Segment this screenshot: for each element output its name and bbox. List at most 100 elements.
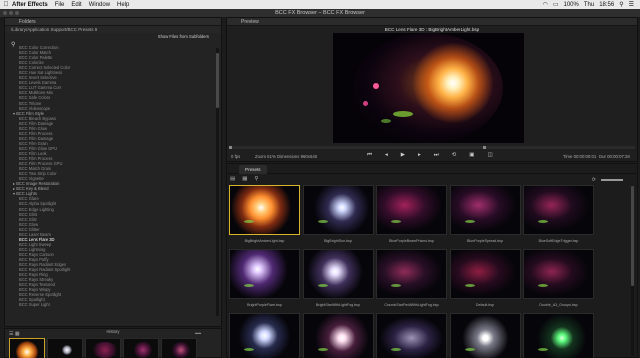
preset-item[interactable] bbox=[229, 313, 300, 358]
preset-thumbnail[interactable] bbox=[523, 249, 594, 299]
preview-dimensions: Dimensions 960x540 bbox=[277, 154, 318, 159]
flare-artifact bbox=[464, 348, 475, 351]
window-title: BCC FX Browser – BCC FX Browser bbox=[275, 10, 365, 16]
folders-scrollbar[interactable] bbox=[216, 48, 219, 316]
presets-tab[interactable]: Presets bbox=[239, 165, 267, 174]
preset-thumbnail[interactable] bbox=[229, 249, 300, 299]
flare-artifact bbox=[244, 348, 254, 351]
preset-label: BigBrightSun.bsp bbox=[324, 239, 352, 243]
preset-item[interactable]: BigBrightAmberLight.bsp bbox=[229, 185, 300, 243]
close-window-button[interactable] bbox=[3, 11, 7, 15]
folders-scroll-thumb[interactable] bbox=[216, 53, 219, 108]
wifi-icon[interactable]: ◠ bbox=[543, 1, 548, 8]
preset-item[interactable]: BlueSoftEdgeTrigger.bsp bbox=[523, 185, 594, 243]
preset-thumbnail[interactable] bbox=[229, 313, 300, 358]
battery-icon[interactable]: ▭ bbox=[553, 1, 559, 8]
preview-image[interactable] bbox=[333, 33, 524, 143]
split-view-icon[interactable]: ◫ bbox=[487, 152, 492, 159]
preset-item[interactable] bbox=[449, 313, 521, 358]
battery-percent: 100% bbox=[563, 1, 579, 8]
play-icon[interactable]: ▶ bbox=[401, 152, 405, 159]
preset-item[interactable]: BluePurpleBeamPrisms.bsp bbox=[376, 185, 447, 243]
preset-item[interactable] bbox=[376, 313, 447, 358]
notifications-icon[interactable]: ☰ bbox=[629, 1, 634, 8]
preset-thumbnail[interactable] bbox=[302, 185, 374, 235]
preset-item[interactable]: BluePurpleSpread.bsp bbox=[449, 185, 521, 243]
preview-timeline[interactable] bbox=[229, 146, 635, 149]
folders-tab[interactable]: Folders bbox=[5, 18, 221, 26]
step-forward-icon[interactable]: ▸ bbox=[418, 152, 421, 159]
refresh-icon[interactable]: ⟳ bbox=[592, 177, 596, 183]
preset-thumbnail[interactable] bbox=[302, 313, 374, 358]
flare-artifact bbox=[244, 220, 254, 223]
preset-item[interactable] bbox=[302, 313, 374, 358]
presets-panel: Presets ▤ ▦ ⚲ ⟳ BigBrightAmberLight.bsp B… bbox=[226, 163, 638, 358]
clock-time[interactable]: 18:56 bbox=[599, 2, 614, 8]
preset-label: BlueSoftEdgeTrigger.bsp bbox=[538, 239, 579, 243]
preset-item[interactable]: BrightStarWithLightFog.bsp bbox=[302, 249, 374, 307]
folder-path: /Library/Application Support/BCC Presets… bbox=[5, 26, 221, 33]
minimize-window-button[interactable] bbox=[9, 11, 13, 15]
preset-thumbnail[interactable] bbox=[229, 185, 300, 235]
menu-edit[interactable]: Edit bbox=[71, 2, 81, 8]
preset-item[interactable]: BigBrightSun.bsp bbox=[302, 185, 374, 243]
history-thumb[interactable] bbox=[85, 338, 121, 358]
preset-thumbnail[interactable] bbox=[376, 185, 447, 235]
presets-toolbar-right: ⟳ bbox=[592, 177, 623, 183]
timeline-marker[interactable] bbox=[483, 146, 486, 149]
preview-tab[interactable]: Preview bbox=[227, 18, 637, 26]
render-icon[interactable]: ▣ bbox=[469, 152, 474, 159]
transport-controls: ⏮ ◂ ▶ ▸ ⏭ ⟲ ▣ ◫ bbox=[367, 152, 493, 159]
step-back-icon[interactable]: ◂ bbox=[385, 152, 388, 159]
show-subfolders-toggle[interactable]: Show Files from Subfolders bbox=[158, 34, 209, 39]
history-panel: History ☰ ▦ ━━ bbox=[4, 328, 222, 358]
preset-item[interactable]: Double_A3_Groups.bsp bbox=[523, 249, 594, 307]
loop-icon[interactable]: ⟲ bbox=[452, 152, 457, 159]
presets-scrollbar[interactable] bbox=[631, 186, 634, 356]
preset-thumbnail[interactable] bbox=[449, 185, 521, 235]
grid-view-icon[interactable]: ▦ bbox=[242, 176, 247, 182]
preset-label: BluePurpleSpread.bsp bbox=[467, 239, 503, 243]
goto-start-icon[interactable]: ⏮ bbox=[367, 152, 372, 159]
history-thumb[interactable] bbox=[123, 338, 159, 358]
menu-bar:  After Effects File Edit Window Help ◠ … bbox=[0, 0, 640, 9]
thumbnail-size-slider[interactable] bbox=[601, 179, 623, 181]
presets-scroll-thumb[interactable] bbox=[631, 186, 634, 286]
menu-window[interactable]: Window bbox=[89, 2, 110, 8]
flare-artifact bbox=[538, 284, 548, 287]
flare-artifact bbox=[538, 220, 548, 223]
preset-label: BrightStarWithLightFog.bsp bbox=[316, 303, 360, 307]
history-thumb[interactable] bbox=[161, 338, 197, 358]
menu-help[interactable]: Help bbox=[117, 2, 129, 8]
timeline-playhead[interactable] bbox=[229, 146, 232, 149]
preset-thumbnail[interactable] bbox=[449, 249, 521, 299]
goto-end-icon[interactable]: ⏭ bbox=[434, 152, 439, 159]
preset-thumbnail[interactable] bbox=[523, 313, 594, 358]
history-thumb[interactable] bbox=[47, 338, 83, 358]
preset-thumbnail[interactable] bbox=[302, 249, 374, 299]
folder-item[interactable]: BCC Super Light bbox=[13, 302, 213, 307]
history-tab[interactable]: History bbox=[5, 329, 221, 335]
preset-item[interactable]: Default.bsp bbox=[449, 249, 521, 307]
preset-thumbnail[interactable] bbox=[523, 185, 594, 235]
menu-app[interactable]: After Effects bbox=[12, 2, 48, 8]
preview-duration: Dur 00:00:07:28 bbox=[599, 154, 630, 159]
preset-item[interactable]: BrightPurpleFlare.bsp bbox=[229, 249, 300, 307]
history-thumb[interactable] bbox=[9, 338, 45, 358]
history-slider[interactable]: ━━ bbox=[195, 331, 201, 337]
preset-thumbnail[interactable] bbox=[376, 313, 447, 358]
preset-item[interactable]: CosmicStarFieldWithLightFog.bsp bbox=[376, 249, 447, 307]
menu-file[interactable]: File bbox=[55, 2, 65, 8]
preview-fps: 0 fps bbox=[231, 154, 241, 159]
status-area: ◠ ▭ 100% Thu 18:56 ⚲ ☰ bbox=[543, 1, 640, 9]
apple-icon[interactable]:  bbox=[0, 1, 12, 8]
search-icon[interactable]: ⚲ bbox=[619, 1, 623, 8]
zoom-window-button[interactable] bbox=[15, 11, 19, 15]
list-view-icon[interactable]: ▤ bbox=[230, 176, 235, 182]
search-icon[interactable]: ⚲ bbox=[254, 176, 258, 182]
preset-thumbnail[interactable] bbox=[376, 249, 447, 299]
preset-thumbnail[interactable] bbox=[449, 313, 521, 358]
preset-label: BrightPurpleFlare.bsp bbox=[247, 303, 282, 307]
history-list-view-icon[interactable]: ☰ ▦ bbox=[9, 331, 20, 337]
preset-item[interactable] bbox=[523, 313, 594, 358]
